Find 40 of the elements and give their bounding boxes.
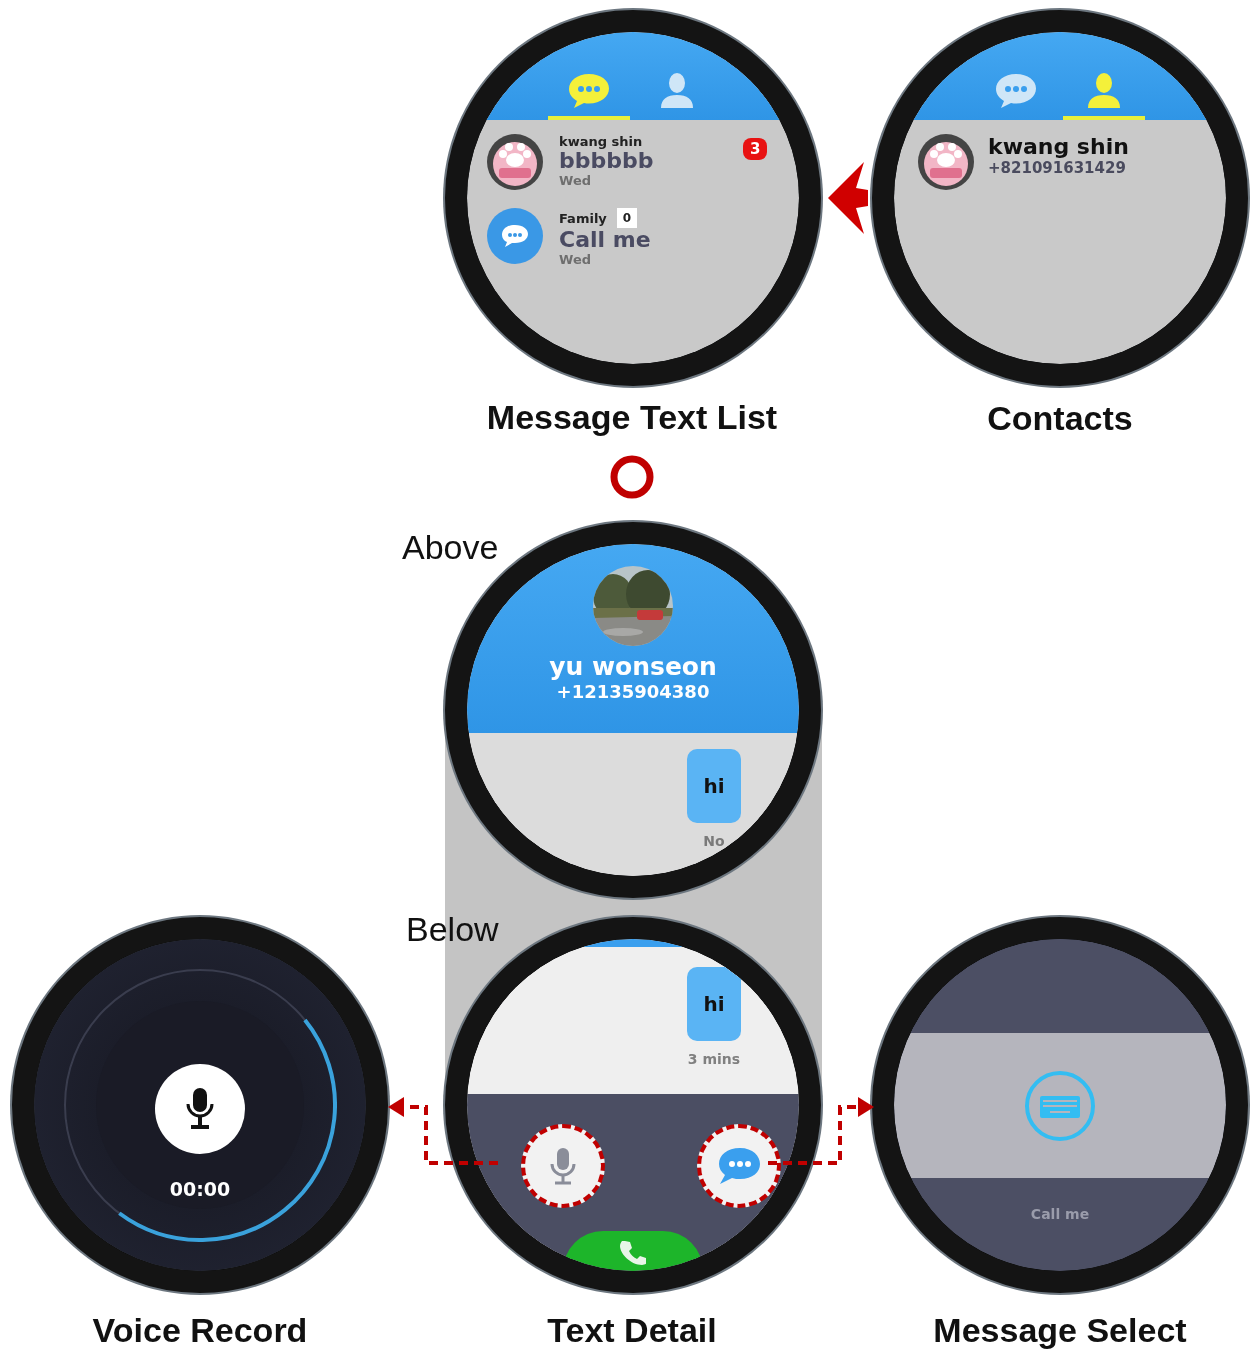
screen-caption: Voice Record	[91, 1311, 309, 1350]
phone-number: +821091631429	[988, 159, 1127, 177]
count-tag: 0	[616, 208, 638, 228]
contact-name: kwang shin	[988, 134, 1129, 159]
view-label: Above	[402, 528, 499, 567]
message-time: Wed	[559, 173, 592, 189]
thread-item[interactable]: kwang shin bbbbbb Wed 3	[487, 134, 777, 190]
message-bubble: hi	[687, 749, 741, 823]
chat-avatar-icon	[487, 208, 543, 264]
phone-number: +12135904380	[556, 681, 710, 702]
microphone-icon	[548, 1146, 578, 1186]
record-timer: 00:00	[169, 1178, 231, 1200]
screen-caption: Message Text List	[485, 398, 779, 437]
message-time: 3 mins	[687, 1051, 741, 1067]
message-time: Wed	[559, 252, 592, 268]
person-icon	[659, 72, 695, 110]
contact-name: yu wonseon	[549, 652, 717, 681]
screen-caption: Message Select	[932, 1311, 1188, 1350]
message-preview: bbbbbb	[559, 149, 654, 174]
ring-icon	[609, 454, 655, 500]
message-bubble: hi	[687, 967, 741, 1041]
screen-caption: Text Detail	[546, 1311, 718, 1350]
unread-badge: 3	[743, 138, 768, 160]
contact-name: Family	[559, 210, 607, 226]
tab[interactable]	[1063, 70, 1145, 120]
screen-caption: Contacts	[986, 399, 1134, 438]
paw-avatar-icon	[918, 134, 974, 190]
thread-item[interactable]: Family 0 Call me Wed	[487, 208, 777, 268]
message-preview: Call me	[559, 228, 651, 253]
contact-item[interactable]: kwang shin +821091631429	[914, 134, 1208, 190]
view-label: Below	[406, 910, 499, 949]
phone-icon	[620, 1239, 646, 1265]
left-arrow-icon	[828, 162, 868, 234]
chat-icon	[994, 72, 1038, 110]
chat-icon	[567, 72, 611, 110]
paw-avatar-icon	[487, 134, 543, 190]
person-icon	[1086, 72, 1122, 110]
keyboard-icon	[1024, 1069, 1096, 1142]
message-time: No	[703, 833, 725, 849]
contact-name: kwang shin	[559, 134, 643, 149]
